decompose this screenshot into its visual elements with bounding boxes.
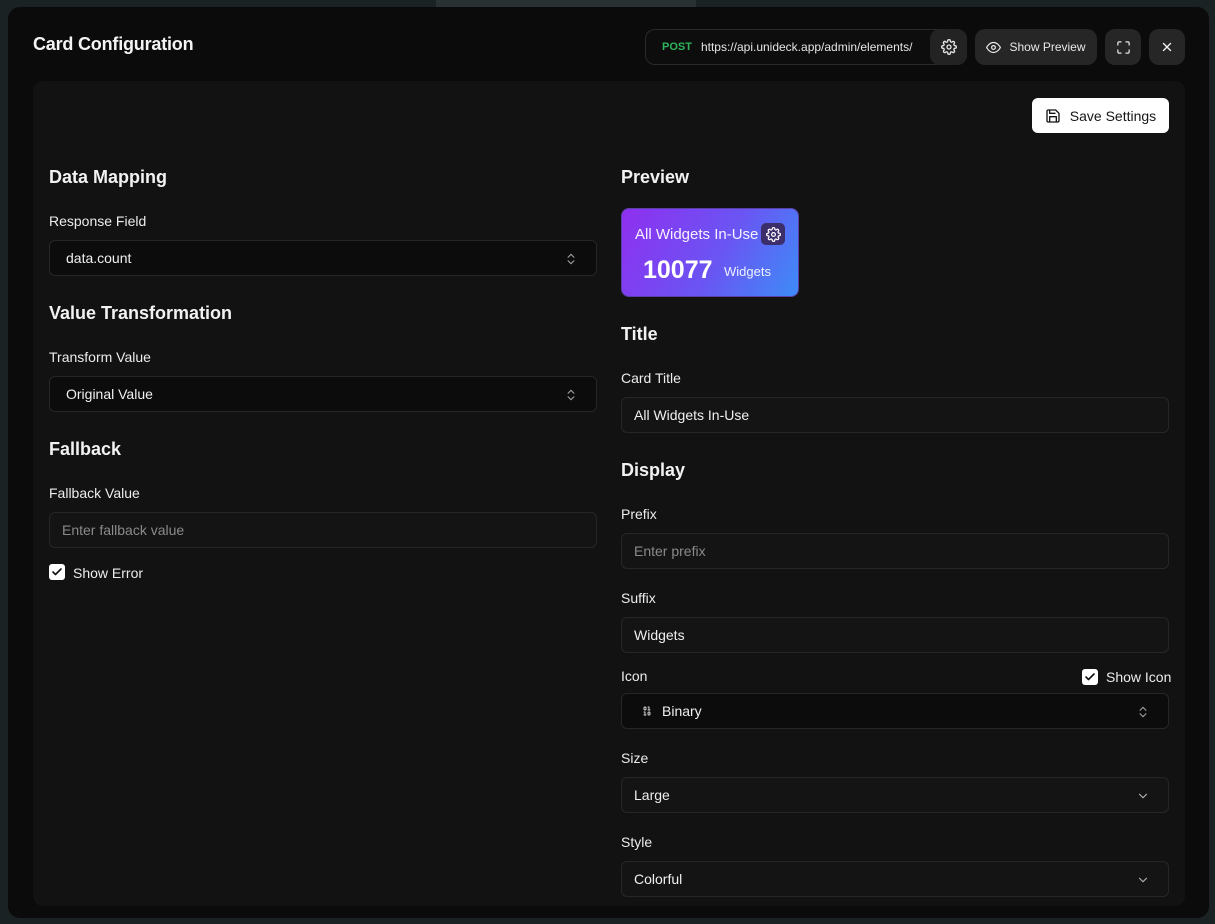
- binary-icon: [643, 706, 651, 716]
- prefix-label: Prefix: [621, 506, 657, 522]
- fallback-value-input[interactable]: Enter fallback value: [49, 512, 597, 548]
- card-title-input[interactable]: All Widgets In-Use: [621, 397, 1169, 433]
- card-preview: All Widgets In-Use 10077 Widgets: [621, 208, 799, 297]
- endpoint-url: https://api.unideck.app/admin/elements/: [700, 40, 913, 54]
- chevron-down-icon: [1138, 793, 1148, 799]
- card-title-label: Card Title: [621, 370, 681, 386]
- preview-card-suffix: Widgets: [724, 264, 771, 279]
- show-error-label: Show Error: [73, 565, 144, 581]
- check-icon: [1085, 673, 1095, 681]
- show-preview-label: Show Preview: [1009, 40, 1086, 54]
- icon-select[interactable]: Binary: [621, 693, 1169, 729]
- gear-icon: [765, 226, 781, 242]
- fallback-value-placeholder: Enter fallback value: [62, 522, 185, 538]
- response-field-label: Response Field: [49, 213, 147, 229]
- check-icon: [52, 568, 62, 576]
- response-field-value: data.count: [66, 250, 132, 266]
- show-error-checkbox[interactable]: [49, 564, 65, 580]
- chevron-down-icon: [1138, 877, 1148, 883]
- style-select-value: Colorful: [634, 871, 683, 887]
- close-icon: [1162, 42, 1172, 52]
- save-settings-button[interactable]: Save Settings: [1032, 98, 1169, 133]
- suffix-value: Widgets: [634, 627, 685, 643]
- transform-value-value: Original Value: [66, 386, 153, 402]
- fallback-heading: Fallback: [49, 439, 122, 459]
- preview-heading: Preview: [621, 167, 690, 187]
- style-label: Style: [621, 834, 653, 850]
- close-button[interactable]: [1149, 29, 1185, 65]
- data-mapping-heading: Data Mapping: [49, 167, 168, 187]
- style-select[interactable]: Colorful: [621, 861, 1169, 897]
- show-icon-checkbox[interactable]: [1082, 669, 1098, 685]
- icon-select-value: Binary: [662, 703, 702, 719]
- response-field-select[interactable]: data.count: [49, 240, 597, 276]
- display-heading: Display: [621, 460, 686, 480]
- prefix-placeholder: Enter prefix: [634, 543, 706, 559]
- save-settings-label: Save Settings: [1069, 107, 1157, 124]
- show-preview-button[interactable]: Show Preview: [975, 29, 1097, 65]
- chevrons-up-down-icon: [567, 253, 575, 265]
- transform-value-label: Transform Value: [49, 349, 151, 365]
- save-icon: [1046, 108, 1060, 123]
- preview-card-title: All Widgets In-Use: [635, 226, 759, 243]
- suffix-input[interactable]: Widgets: [621, 617, 1169, 653]
- size-select[interactable]: Large: [621, 777, 1169, 813]
- suffix-label: Suffix: [621, 590, 656, 606]
- size-select-value: Large: [634, 787, 670, 803]
- modal-title: Card Configuration: [33, 34, 194, 54]
- preview-card-value: 10077: [643, 256, 713, 284]
- transform-value-select[interactable]: Original Value: [49, 376, 597, 412]
- card-configuration-modal: Card Configuration POST https://api.unid…: [8, 7, 1209, 918]
- prefix-input[interactable]: Enter prefix: [621, 533, 1169, 569]
- card-title-value: All Widgets In-Use: [634, 407, 750, 423]
- gear-icon: [940, 39, 957, 55]
- http-method-badge: POST: [662, 41, 692, 53]
- value-transformation-heading: Value Transformation: [49, 303, 233, 323]
- fallback-value-label: Fallback Value: [49, 485, 140, 501]
- title-heading: Title: [621, 324, 658, 344]
- icon-label: Icon: [621, 668, 648, 684]
- endpoint-settings-button[interactable]: [930, 29, 967, 65]
- chevrons-up-down-icon: [567, 389, 575, 401]
- expand-icon: [1116, 40, 1130, 54]
- endpoint-bar: POST https://api.unideck.app/admin/eleme…: [645, 29, 967, 65]
- preview-card-icon: [761, 223, 785, 245]
- fullscreen-button[interactable]: [1105, 29, 1141, 65]
- eye-icon: [986, 41, 1002, 53]
- show-icon-label: Show Icon: [1106, 669, 1172, 685]
- configuration-panel: Save Settings Data Mapping Response Fiel…: [33, 81, 1185, 906]
- size-label: Size: [621, 750, 649, 766]
- chevrons-up-down-icon: [1139, 706, 1147, 718]
